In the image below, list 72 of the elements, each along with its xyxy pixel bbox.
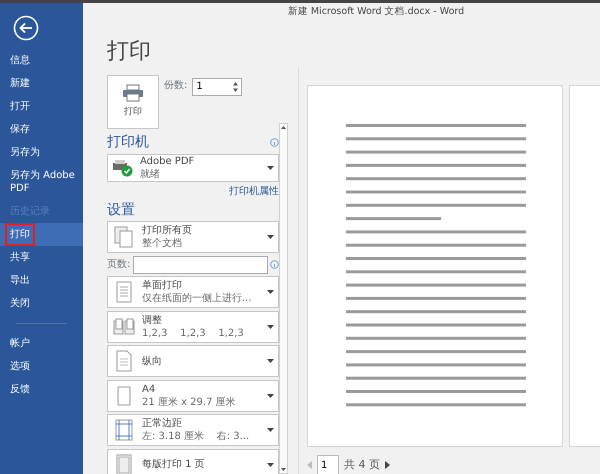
menu-item[interactable]: 另存为 Adobe PDF	[0, 164, 83, 200]
info-icon	[270, 260, 279, 269]
info-icon	[270, 138, 279, 147]
printer-icon	[122, 84, 144, 102]
caret-icon	[267, 324, 274, 328]
pages-label: 页数:	[107, 258, 130, 272]
caret-icon	[267, 235, 274, 239]
back-icon[interactable]	[13, 15, 39, 41]
settings-dropdown[interactable]: 每版打印 1 页	[107, 448, 279, 474]
settings-dropdown[interactable]: 调整 1,2,3 1,2,3 1,2,3	[107, 310, 279, 342]
settings-dropdown[interactable]: 单面打印 仅在纸面的一侧上进行...	[107, 276, 279, 308]
section-heading: 设置	[107, 202, 136, 218]
settings-dropdown[interactable]: A4 21 厘米 x 29.7 厘米	[107, 380, 279, 412]
option-title: 正常边距	[142, 417, 183, 430]
page-total: 共 4 页	[344, 456, 380, 473]
settings-dropdown[interactable]: 正常边距 左: 3.18 厘米 右: 3...	[107, 414, 279, 446]
menu-item[interactable]: 新建	[0, 72, 83, 95]
caret-icon	[267, 290, 274, 294]
copies-label: 份数:	[164, 78, 188, 92]
option-detail: 21 厘米 x 29.7 厘米	[142, 396, 237, 408]
caret-icon	[267, 359, 274, 363]
printer-dropdown[interactable]: Adobe PDF 就绪	[107, 154, 279, 182]
menu-item[interactable]: 帐户	[0, 332, 83, 355]
option-title: 单面打印	[142, 279, 183, 292]
option-title: 纵向	[142, 354, 163, 368]
option-detail: 1,2,3 1,2,3 1,2,3	[142, 326, 245, 340]
menu-item[interactable]: 选项	[0, 355, 83, 378]
section-heading: 打印机	[107, 134, 149, 151]
option-detail: 左: 3.18 厘米 右: 3...	[142, 430, 250, 443]
page-icon	[116, 281, 132, 303]
spin-arrows-icon[interactable]	[232, 80, 240, 92]
printer-properties-link[interactable]: 打印机属性	[229, 186, 279, 197]
page-heading: 打印	[107, 39, 152, 65]
menu-item[interactable]: 打开	[0, 95, 83, 118]
scroll-up-icon[interactable]	[280, 124, 287, 131]
option-detail: 整个文档	[142, 237, 183, 250]
caret-icon	[267, 428, 274, 432]
page-icon	[116, 454, 132, 474]
caret-icon	[267, 166, 274, 170]
page-number-field[interactable]: 1	[317, 455, 339, 474]
pages-icon	[114, 226, 134, 248]
settings-dropdown[interactable]: 纵向	[107, 345, 279, 377]
caret-icon	[267, 394, 274, 398]
printer-ready-icon	[112, 158, 134, 176]
menu-item[interactable]: 共享	[0, 246, 83, 269]
option-title: 打印所有页	[142, 224, 193, 237]
printer-name: Adobe PDF	[140, 154, 196, 168]
next-page-icon[interactable]	[385, 461, 390, 469]
menu-item[interactable]: 打印	[0, 223, 83, 246]
menu-item[interactable]: 导出	[0, 269, 83, 292]
copies-field[interactable]: 1	[192, 78, 242, 96]
settings-dropdown[interactable]: 打印所有页 整个文档	[107, 221, 279, 253]
paper-size-icon	[117, 386, 131, 406]
menu-item[interactable]: 反馈	[0, 378, 83, 401]
caret-icon	[267, 462, 274, 466]
option-title: 调整	[142, 314, 163, 326]
scroll-down-icon[interactable]	[280, 466, 287, 473]
portrait-page-icon	[116, 350, 132, 372]
window-title: 新建 Microsoft Word 文档.docx - Word	[286, 5, 466, 19]
scrollbar[interactable]	[279, 123, 288, 474]
printer-status: 就绪	[140, 168, 161, 180]
margins-icon	[115, 419, 133, 441]
menu-item[interactable]: 信息	[0, 49, 83, 72]
menu-item[interactable]: 另存为	[0, 141, 83, 164]
print-button[interactable]: 打印	[107, 75, 159, 129]
option-title: A4	[142, 382, 156, 396]
option-detail: 仅在纸面的一侧上进行...	[142, 292, 253, 305]
collate-icon	[113, 318, 135, 336]
menu-item[interactable]: 关闭	[0, 292, 83, 315]
menu-item[interactable]: 保存	[0, 118, 83, 141]
pages-field[interactable]	[132, 256, 268, 274]
option-title: 每版打印 1 页	[142, 458, 206, 471]
